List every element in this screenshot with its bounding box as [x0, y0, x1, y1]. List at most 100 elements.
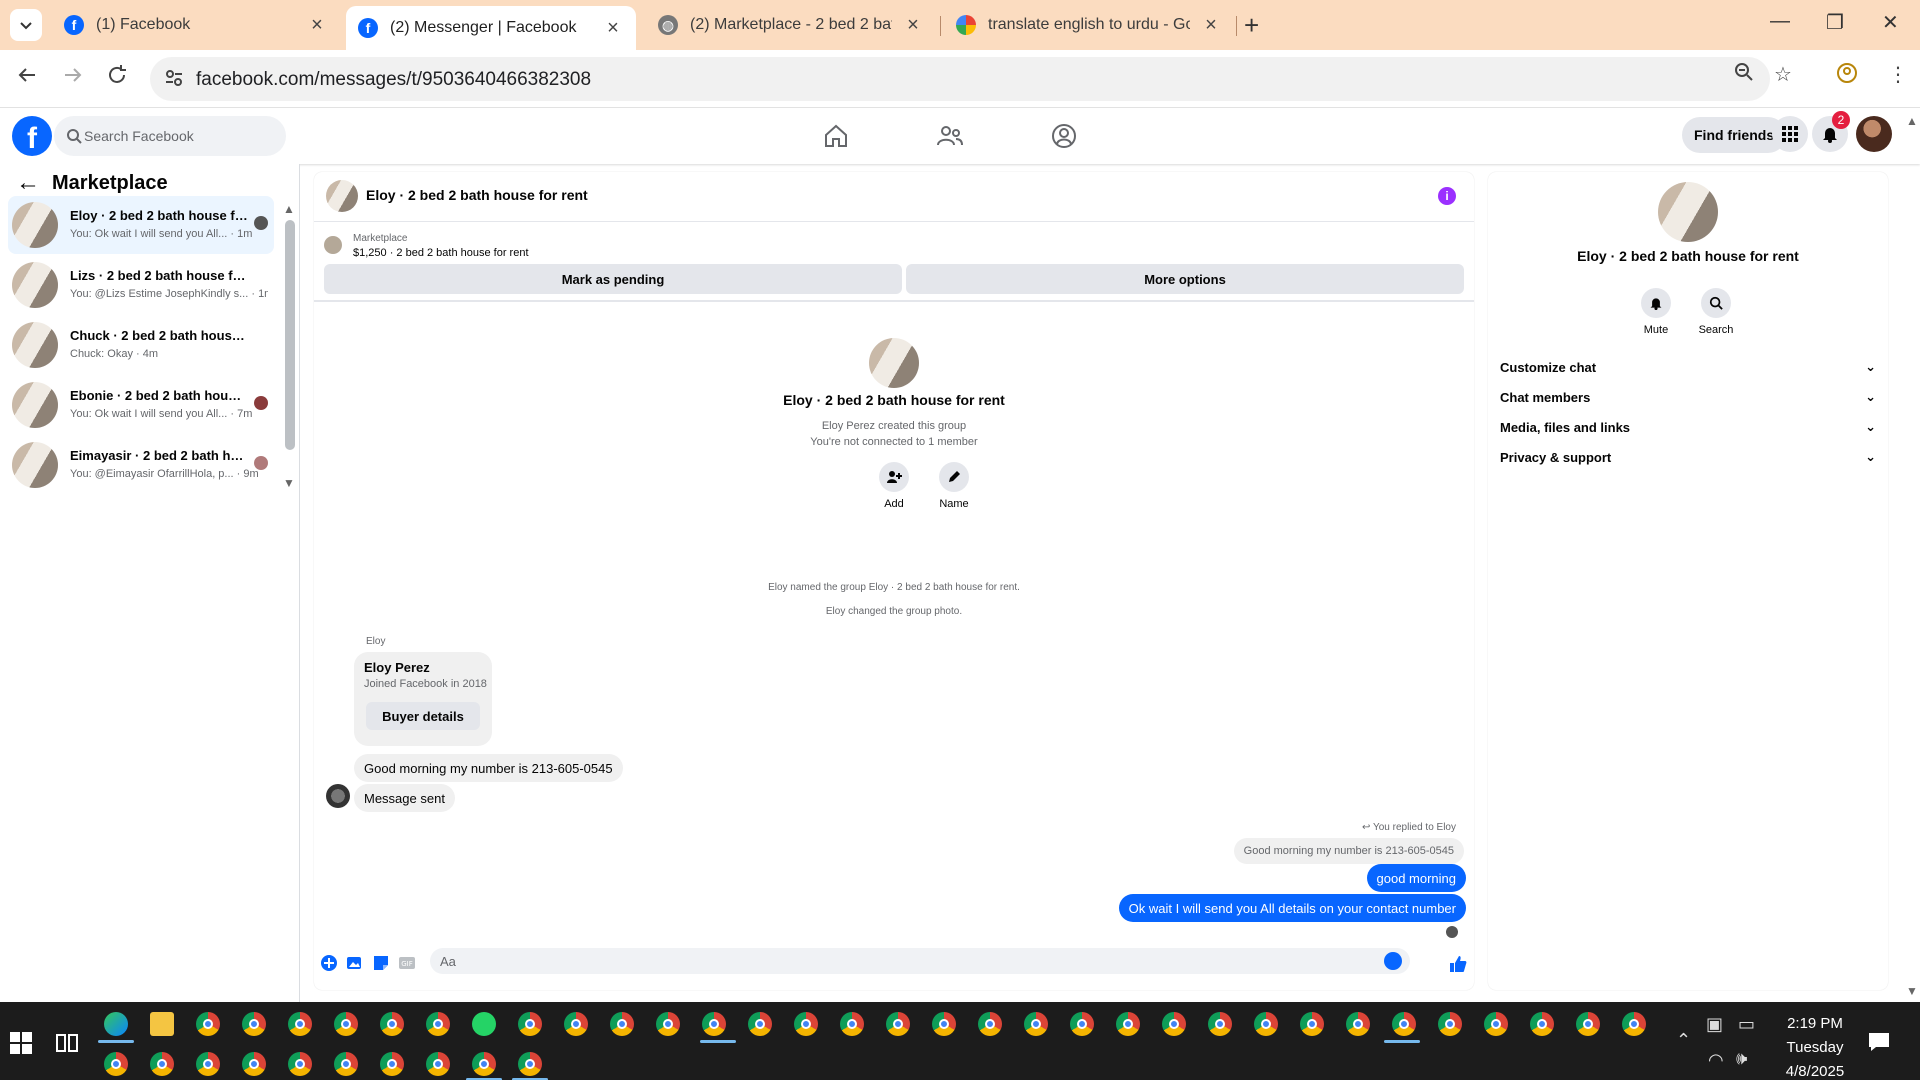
info-icon[interactable]: i	[1438, 187, 1456, 205]
chrome-icon[interactable]	[242, 1052, 266, 1076]
new-tab-button[interactable]: +	[1244, 12, 1259, 38]
search-in-chat-button[interactable]: Search	[1686, 288, 1746, 336]
message-input[interactable]: Aa	[430, 948, 1410, 974]
close-icon[interactable]: ×	[602, 17, 624, 39]
chrome-icon[interactable]	[380, 1052, 404, 1076]
home-icon[interactable]	[820, 120, 852, 152]
chrome-icon[interactable]	[1576, 1012, 1600, 1036]
chrome-icon[interactable]	[1070, 1012, 1094, 1036]
sidebar-scrollbar[interactable]	[285, 220, 295, 450]
close-icon[interactable]: ×	[306, 14, 328, 36]
chrome-icon[interactable]	[610, 1012, 634, 1036]
chrome-icon[interactable]	[288, 1052, 312, 1076]
buyer-details-button[interactable]: Buyer details	[366, 702, 480, 730]
scroll-down-icon[interactable]: ▼	[283, 476, 295, 490]
chrome-icon[interactable]	[1346, 1012, 1370, 1036]
chrome-icon[interactable]	[564, 1012, 588, 1036]
chrome-icon[interactable]	[656, 1012, 680, 1036]
kebab-menu-icon[interactable]: ⋮	[1888, 62, 1908, 87]
facebook-logo-icon[interactable]: f	[12, 116, 52, 156]
edge-icon[interactable]	[104, 1012, 128, 1036]
chrome-icon[interactable]	[426, 1052, 450, 1076]
tab-search-button[interactable]	[10, 9, 42, 41]
battery-icon[interactable]: ▭	[1738, 1014, 1755, 1035]
chrome-icon[interactable]	[196, 1012, 220, 1036]
chrome-icon[interactable]	[472, 1052, 496, 1076]
chrome-icon[interactable]	[794, 1012, 818, 1036]
chrome-icon[interactable]	[380, 1012, 404, 1036]
whatsapp-icon[interactable]	[472, 1012, 496, 1036]
chrome-icon[interactable]	[1484, 1012, 1508, 1036]
chrome-icon[interactable]	[518, 1012, 542, 1036]
conversation-item-chuck[interactable]: Chuck · 2 bed 2 bath house for ... Chuck…	[8, 316, 274, 374]
chrome-icon[interactable]	[978, 1012, 1002, 1036]
forward-button[interactable]	[62, 64, 84, 92]
file-explorer-icon[interactable]	[150, 1012, 174, 1036]
chrome-icon[interactable]	[702, 1012, 726, 1036]
chrome-icon[interactable]	[150, 1052, 174, 1076]
notification-center-icon[interactable]	[1868, 1032, 1890, 1052]
conversation-item-lizs[interactable]: Lizs · 2 bed 2 bath house for rent You: …	[8, 256, 274, 314]
account-avatar[interactable]	[1856, 116, 1892, 152]
chrome-icon[interactable]	[1208, 1012, 1232, 1036]
reload-button[interactable]	[106, 64, 128, 92]
name-group-button[interactable]: Name	[924, 462, 984, 510]
chrome-icon[interactable]	[196, 1052, 220, 1076]
window-close-button[interactable]: ✕	[1882, 10, 1899, 35]
chrome-icon[interactable]	[288, 1012, 312, 1036]
conversation-item-ebonie[interactable]: Ebonie · 2 bed 2 bath house ... You: Ok …	[8, 376, 274, 434]
chrome-icon[interactable]	[334, 1052, 358, 1076]
tab-google-translate[interactable]: translate english to urdu - Goo ×	[944, 8, 1234, 42]
profile-icon[interactable]	[1836, 62, 1858, 90]
chrome-icon[interactable]	[1622, 1012, 1646, 1036]
site-settings-icon[interactable]	[164, 68, 184, 88]
emoji-icon[interactable]	[1384, 952, 1402, 970]
conversation-item-eimayasir[interactable]: Eimayasir · 2 bed 2 bath hou... You: @Ei…	[8, 436, 274, 494]
chrome-icon[interactable]	[932, 1012, 956, 1036]
back-button[interactable]	[16, 64, 38, 92]
volume-icon[interactable]: 🕪	[1736, 1048, 1747, 1069]
chrome-icon[interactable]	[518, 1052, 542, 1076]
chevron-up-icon[interactable]: ⌃	[1676, 1030, 1691, 1051]
add-member-button[interactable]: Add	[864, 462, 924, 510]
customize-chat-row[interactable]: Customize chat ⌄	[1500, 352, 1876, 382]
plus-circle-icon[interactable]	[320, 954, 338, 972]
scroll-up-icon[interactable]: ▲	[283, 202, 295, 216]
facebook-search-input[interactable]: Search Facebook	[54, 116, 286, 156]
quoted-message[interactable]: Good morning my number is 213-605-0545	[1233, 838, 1464, 864]
taskbar-clock[interactable]: 2:19 PM Tuesday 4/8/2025	[1760, 1012, 1870, 1080]
find-friends-button[interactable]: Find friends	[1682, 117, 1787, 153]
page-scroll-up-icon[interactable]: ▲	[1906, 114, 1918, 128]
windows-start-icon[interactable]	[10, 1032, 32, 1054]
outgoing-message[interactable]: good morning	[1366, 864, 1466, 892]
sender-avatar[interactable]	[326, 784, 350, 808]
chrome-icon[interactable]	[1392, 1012, 1416, 1036]
thumbs-up-icon[interactable]	[1448, 954, 1468, 974]
chat-title[interactable]: Eloy · 2 bed 2 bath house for rent	[366, 187, 588, 203]
close-icon[interactable]: ×	[902, 14, 924, 36]
restore-button[interactable]: ❐	[1826, 10, 1844, 35]
chrome-icon[interactable]	[1530, 1012, 1554, 1036]
tab-facebook[interactable]: f (1) Facebook ×	[52, 8, 340, 42]
more-options-button[interactable]: More options	[906, 264, 1464, 294]
chrome-icon[interactable]	[1438, 1012, 1462, 1036]
chrome-icon[interactable]	[334, 1012, 358, 1036]
chrome-icon[interactable]	[1024, 1012, 1048, 1036]
mute-button[interactable]: Mute	[1626, 288, 1686, 336]
privacy-support-row[interactable]: Privacy & support ⌄	[1500, 442, 1876, 472]
chat-thumbnail[interactable]	[326, 180, 358, 212]
gif-icon[interactable]: GIF	[398, 954, 416, 972]
media-files-links-row[interactable]: Media, files and links ⌄	[1500, 412, 1876, 442]
outgoing-message[interactable]: Ok wait I will send you All details on y…	[1118, 894, 1466, 922]
friends-icon[interactable]	[934, 120, 966, 152]
chat-members-row[interactable]: Chat members ⌄	[1500, 382, 1876, 412]
minimize-button[interactable]: —	[1770, 10, 1790, 33]
groups-icon[interactable]	[1048, 120, 1080, 152]
chrome-icon[interactable]	[748, 1012, 772, 1036]
listing-price[interactable]: $1,250 · 2 bed 2 bath house for rent	[353, 247, 529, 259]
incoming-message[interactable]: Good morning my number is 213-605-0545	[354, 754, 623, 782]
close-icon[interactable]: ×	[1200, 14, 1222, 36]
page-scroll-down-icon[interactable]: ▼	[1906, 984, 1918, 998]
chrome-icon[interactable]	[1162, 1012, 1186, 1036]
bookmark-star-icon[interactable]: ☆	[1774, 62, 1792, 87]
